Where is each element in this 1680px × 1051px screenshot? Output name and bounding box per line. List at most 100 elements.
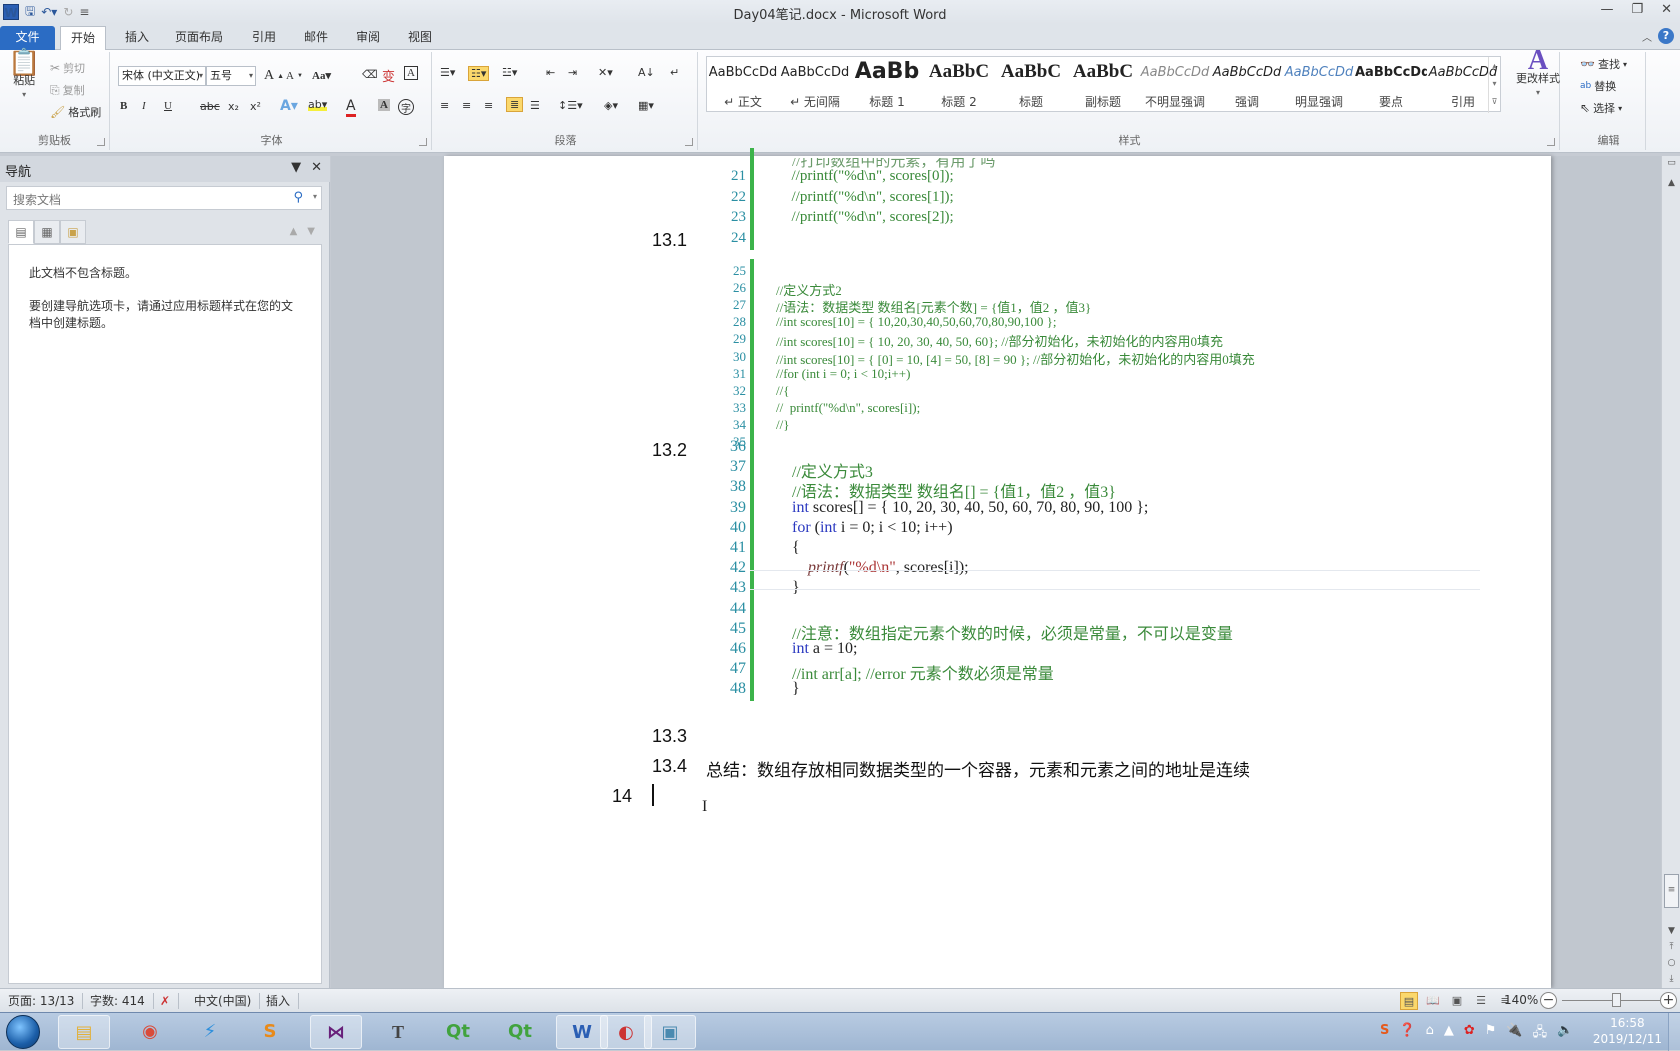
grow-font-button[interactable]: A ▲ bbox=[264, 68, 284, 84]
taskbar-visual-studio[interactable]: ⋈ bbox=[310, 1015, 362, 1049]
align-right-button[interactable]: ≡ bbox=[484, 99, 493, 112]
char-shading-icon[interactable]: A bbox=[378, 99, 390, 111]
style-subtle-emphasis[interactable]: AaBbCcDd 不明显强调 bbox=[1139, 57, 1211, 113]
tab-review[interactable]: 审阅 bbox=[346, 26, 390, 50]
enclose-char-icon[interactable]: 字 bbox=[398, 99, 414, 115]
style-subtitle[interactable]: AaBbC 副标题 bbox=[1067, 57, 1139, 113]
show-hidden-icons[interactable]: ▲ bbox=[1444, 1023, 1454, 1045]
text-effects-icon[interactable]: A▾ bbox=[280, 98, 298, 114]
scroll-thumb[interactable]: ≡ bbox=[1664, 874, 1679, 908]
shrink-font-button[interactable]: A ▼ bbox=[286, 70, 303, 82]
close-button[interactable]: ✕ bbox=[1661, 2, 1672, 17]
page-count[interactable]: 页面: 13/13 bbox=[0, 993, 84, 1009]
multilevel-list-button[interactable]: ☳▾ bbox=[502, 66, 517, 79]
zoom-level[interactable]: 140% bbox=[1504, 993, 1538, 1007]
highlight-icon[interactable]: ab▾ bbox=[308, 98, 328, 111]
superscript-button[interactable]: x² bbox=[250, 100, 261, 113]
browse-object-button[interactable]: ○ bbox=[1662, 958, 1680, 968]
style-heading-2[interactable]: AaBbC 标题 2 bbox=[923, 57, 995, 113]
volume-icon[interactable]: 🔈 bbox=[1557, 1023, 1573, 1045]
tab-mailings[interactable]: 邮件 bbox=[294, 26, 338, 50]
show-desktop-button[interactable] bbox=[1668, 1013, 1680, 1051]
italic-button[interactable]: I bbox=[142, 100, 146, 112]
copy-button[interactable]: ⎘ 复制 bbox=[50, 82, 85, 98]
search-icon[interactable]: ⚲ bbox=[293, 190, 303, 205]
search-dropdown-icon[interactable]: ▾ bbox=[313, 192, 317, 201]
start-button[interactable] bbox=[6, 1015, 40, 1049]
web-layout-button[interactable]: ▣ bbox=[1448, 992, 1466, 1010]
format-painter-button[interactable]: 🖌 格式刷 bbox=[50, 104, 101, 120]
style-no-spacing[interactable]: AaBbCcDd ↵ 无间隔 bbox=[779, 57, 851, 113]
power-icon[interactable]: 🔌 bbox=[1506, 1023, 1522, 1045]
taskbar-chrome[interactable]: ◉ bbox=[124, 1015, 176, 1049]
tab-page-layout[interactable]: 页面布局 bbox=[165, 26, 233, 50]
tab-insert[interactable]: 插入 bbox=[115, 26, 159, 50]
print-layout-view-button[interactable]: ▤ bbox=[1400, 992, 1418, 1010]
browse-pages-tab[interactable]: ▦ bbox=[34, 220, 60, 244]
help-icon[interactable]: ? bbox=[1658, 28, 1674, 44]
language[interactable]: 中文(中国) bbox=[186, 993, 261, 1009]
font-size-select[interactable]: 五号 ▾ bbox=[206, 66, 256, 86]
minimize-button[interactable]: — bbox=[1600, 2, 1613, 17]
line-spacing-button[interactable]: ↕☰▾ bbox=[558, 99, 583, 112]
nav-close-icon[interactable]: ✕ bbox=[311, 160, 322, 175]
strikethrough-button[interactable]: abc bbox=[200, 100, 220, 113]
minimize-ribbon-icon[interactable]: ︿ bbox=[1642, 29, 1652, 44]
taskbar-photo-viewer[interactable]: ▣ bbox=[644, 1015, 696, 1049]
action-center-icon[interactable]: ⚑ bbox=[1485, 1023, 1497, 1045]
replace-button[interactable]: ab 替换 bbox=[1580, 78, 1616, 94]
help-tray-icon[interactable]: ❓ bbox=[1399, 1023, 1415, 1045]
find-button[interactable]: 👓 查找 ▾ bbox=[1580, 56, 1627, 72]
ime-options-icon[interactable]: ⌂ bbox=[1426, 1023, 1434, 1045]
subscript-button[interactable]: x₂ bbox=[228, 100, 239, 113]
align-center-button[interactable]: ≡ bbox=[462, 99, 471, 112]
prev-page-button[interactable]: ⤒ bbox=[1662, 942, 1680, 952]
insert-mode[interactable]: 插入 bbox=[258, 993, 300, 1009]
paragraph-launcher[interactable] bbox=[685, 138, 693, 146]
proofing-icon[interactable]: ✗ bbox=[152, 993, 180, 1009]
browse-headings-tab[interactable]: ▤ bbox=[8, 220, 34, 244]
next-page-button[interactable]: ⤓ bbox=[1662, 974, 1680, 984]
phonetic-guide-icon[interactable]: 变 bbox=[382, 66, 395, 85]
zoom-in-button[interactable]: + bbox=[1660, 992, 1677, 1009]
style-emphasis[interactable]: AaBbCcDd 强调 bbox=[1211, 57, 1283, 113]
align-left-button[interactable]: ≡ bbox=[440, 99, 449, 112]
taskbar-typora[interactable]: T bbox=[372, 1015, 424, 1049]
font-launcher[interactable] bbox=[419, 138, 427, 146]
style-normal[interactable]: AaBbCcDd ↵ 正文 bbox=[707, 57, 779, 113]
change-styles-button[interactable]: A 更改样式 ▾ bbox=[1516, 47, 1560, 98]
clipboard-launcher[interactable] bbox=[97, 138, 105, 146]
change-case-button[interactable]: Aa▾ bbox=[312, 69, 331, 82]
full-screen-reading-button[interactable]: 📖 bbox=[1424, 992, 1442, 1010]
tab-home[interactable]: 开始 bbox=[60, 26, 107, 51]
taskbar-qt-creator[interactable]: Qt bbox=[432, 1015, 484, 1049]
prev-result-icon[interactable]: ▲ bbox=[290, 226, 298, 237]
scroll-up-button[interactable]: ▲ bbox=[1662, 178, 1680, 188]
justify-button[interactable]: ≣ bbox=[506, 97, 524, 112]
clear-format-icon[interactable]: ⌫ bbox=[362, 68, 378, 81]
style-title[interactable]: AaBbC 标题 bbox=[995, 57, 1067, 113]
style-heading-1[interactable]: AaBb 标题 1 bbox=[851, 57, 923, 113]
style-intense-emphasis[interactable]: AaBbCcDd 明显强调 bbox=[1283, 57, 1355, 113]
taskbar-sublime[interactable]: S bbox=[244, 1015, 296, 1049]
outline-view-button[interactable]: ☰ bbox=[1472, 992, 1490, 1010]
bullets-button[interactable]: ☰▾ bbox=[440, 66, 455, 79]
document-page[interactable]: //打印数组中的元素，有用了吗 21 //printf("%d\n", scor… bbox=[444, 148, 1551, 988]
vertical-scrollbar[interactable]: ▭ ▲ ≡ ▼ ⤒ ○ ⤓ bbox=[1661, 156, 1680, 988]
shading-button[interactable]: ◈▾ bbox=[604, 99, 618, 112]
sort-button[interactable]: A↓ bbox=[638, 66, 655, 79]
clock[interactable]: 16:58 2019/12/11 bbox=[1593, 1015, 1662, 1047]
tab-view[interactable]: 视图 bbox=[398, 26, 442, 50]
tab-file[interactable]: 文件 bbox=[0, 26, 55, 50]
distribute-button[interactable]: ☰ bbox=[530, 99, 540, 112]
ruler-toggle-icon[interactable]: ▭ bbox=[1662, 158, 1680, 168]
cut-button[interactable]: ✂ 剪切 bbox=[50, 60, 85, 76]
browse-results-tab[interactable]: ▣ bbox=[60, 220, 86, 244]
app-tray-icon[interactable]: ✿ bbox=[1464, 1023, 1475, 1045]
increase-indent-button[interactable]: ⇥ bbox=[568, 66, 577, 79]
next-result-icon[interactable]: ▼ bbox=[307, 226, 315, 237]
borders-button[interactable]: ▦▾ bbox=[638, 99, 654, 112]
zoom-out-button[interactable]: − bbox=[1540, 992, 1557, 1009]
decrease-indent-button[interactable]: ⇤ bbox=[546, 66, 555, 79]
font-name-select[interactable]: 宋体 (中文正文) ▾ bbox=[118, 66, 206, 86]
